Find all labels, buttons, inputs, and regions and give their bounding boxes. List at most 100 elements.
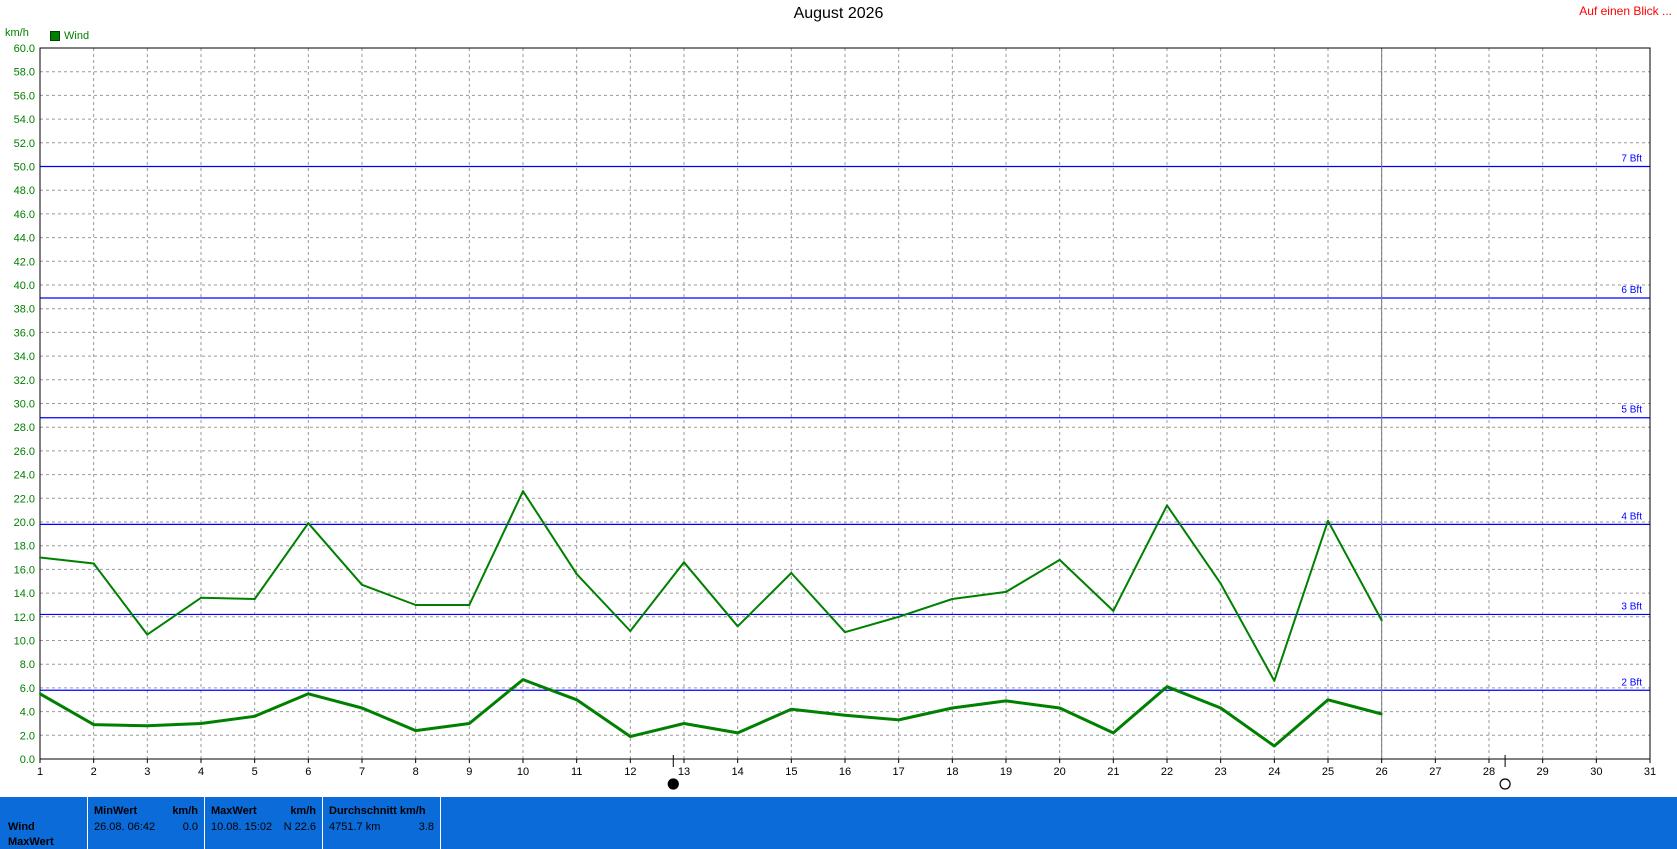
x-tick-label: 27 (1429, 766, 1441, 778)
y-tick-label: 42.0 (14, 256, 35, 268)
data-point (1058, 558, 1061, 561)
data-point (1273, 744, 1276, 747)
stats-min-header: MinWert (94, 805, 138, 817)
y-tick-label: 58.0 (14, 67, 35, 79)
data-point (897, 615, 900, 618)
y-tick-label: 30.0 (14, 399, 35, 411)
x-tick-label: 12 (624, 766, 636, 778)
data-point (253, 715, 256, 718)
legend-label: Wind (64, 30, 90, 42)
data-point (790, 571, 793, 574)
data-point (146, 724, 149, 727)
data-point (1380, 619, 1383, 622)
data-point (951, 598, 954, 601)
stats-min-unit: km/h (172, 805, 198, 817)
x-tick-label: 23 (1215, 766, 1227, 778)
stats-max-header: MaxWert (211, 805, 257, 817)
data-point (361, 583, 363, 586)
y-tick-label: 10.0 (14, 636, 35, 648)
chart-grid (39, 47, 1651, 760)
data-point (146, 633, 149, 636)
x-tick-label: 19 (1000, 766, 1012, 778)
stats-row-label: MaxWert (8, 836, 54, 848)
y-tick-label: 0.0 (20, 754, 35, 766)
x-axis-ticks: 1 2 3 4 5 6 7 8 9 10 11 12 13 14 15 16 17 18 19 20 21 22 23 24 2… (37, 759, 1656, 778)
stats-max-cell: MaxWert km/h 10.08. 15:02 N 22.6 (205, 797, 323, 849)
data-point (253, 598, 256, 601)
stats-avg-header: Durchschnitt km/h (329, 805, 426, 817)
x-tick-label: 14 (732, 766, 744, 778)
beaufort-label: 6 Bft (1621, 285, 1642, 296)
series-line-average (39, 678, 1383, 748)
data-point (790, 708, 793, 711)
x-tick-label: 7 (359, 766, 365, 778)
x-tick-label: 29 (1537, 766, 1549, 778)
data-point (1112, 731, 1115, 734)
y-tick-label: 26.0 (14, 446, 35, 458)
data-point (844, 714, 846, 717)
data-point (1219, 582, 1222, 585)
y-tick-label: 16.0 (14, 564, 35, 576)
y-tick-label: 56.0 (14, 90, 35, 102)
data-point (575, 698, 578, 701)
data-point (414, 729, 417, 732)
x-tick-label: 15 (785, 766, 797, 778)
stats-min-cell: MinWert km/h 26.08. 06:42 0.0 (88, 797, 205, 849)
x-tick-label: 1 (37, 766, 43, 778)
y-tick-label: 24.0 (14, 470, 35, 482)
x-tick-label: 5 (252, 766, 258, 778)
y-tick-label: 14.0 (14, 588, 35, 600)
beaufort-label: 2 Bft (1621, 677, 1642, 688)
beaufort-label: 4 Bft (1621, 511, 1642, 522)
y-tick-label: 52.0 (14, 138, 35, 150)
stats-avg-distance: 4751.7 km (329, 821, 381, 833)
x-tick-label: 4 (198, 766, 204, 778)
series-layer (39, 490, 1383, 748)
data-point (951, 707, 954, 710)
data-point (1273, 679, 1276, 682)
x-tick-label: 21 (1107, 766, 1119, 778)
data-point (897, 718, 900, 721)
stats-max-unit: km/h (290, 805, 316, 817)
data-point (629, 735, 632, 738)
y-tick-label: 28.0 (14, 422, 35, 434)
data-point (39, 692, 41, 695)
y-axis-ticks: 0.0 2.0 4.0 6.0 8.0 10.0 12.0 14.0 16.0 18.0 20.0 2… (14, 43, 35, 766)
stats-row-label: Wind (8, 821, 35, 833)
data-point (1005, 699, 1007, 702)
x-tick-label: 13 (678, 766, 690, 778)
y-tick-label: 48.0 (14, 185, 35, 197)
data-point (1005, 590, 1007, 593)
y-axis-unit-label: km/h (5, 27, 29, 39)
data-point (844, 631, 846, 634)
y-tick-label: 54.0 (14, 114, 35, 126)
y-tick-label: 8.0 (20, 659, 35, 671)
stats-max-value: N 22.6 (283, 821, 316, 833)
data-point (92, 562, 95, 565)
data-point (200, 596, 202, 599)
overview-link[interactable]: Auf einen Blick ... (1579, 4, 1672, 18)
data-point (1219, 707, 1222, 710)
legend-swatch-icon (50, 31, 60, 41)
x-tick-label: 3 (144, 766, 150, 778)
x-tick-label: 25 (1322, 766, 1334, 778)
y-tick-label: 32.0 (14, 375, 35, 387)
y-tick-label: 36.0 (14, 327, 35, 339)
x-tick-label: 22 (1161, 766, 1173, 778)
y-tick-label: 12.0 (14, 612, 35, 624)
stats-min-value: 0.0 (182, 821, 198, 833)
x-tick-label: 31 (1644, 766, 1656, 778)
data-point (92, 723, 95, 726)
x-tick-label: 30 (1590, 766, 1602, 778)
data-point (736, 731, 739, 734)
wind-chart: 2 Bft 3 Bft 4 Bft 5 Bft 6 Bft 7 Bft 0.0 2.0 4.0… (14, 43, 1656, 790)
data-point (1058, 707, 1061, 710)
y-tick-label: 20.0 (14, 517, 35, 529)
x-tick-label: 10 (517, 766, 529, 778)
x-tick-label: 9 (466, 766, 472, 778)
x-tick-label: 11 (571, 766, 582, 778)
x-tick-label: 20 (1054, 766, 1066, 778)
y-tick-label: 46.0 (14, 209, 35, 221)
data-point (200, 722, 202, 725)
new-moon-icon (1499, 778, 1511, 790)
